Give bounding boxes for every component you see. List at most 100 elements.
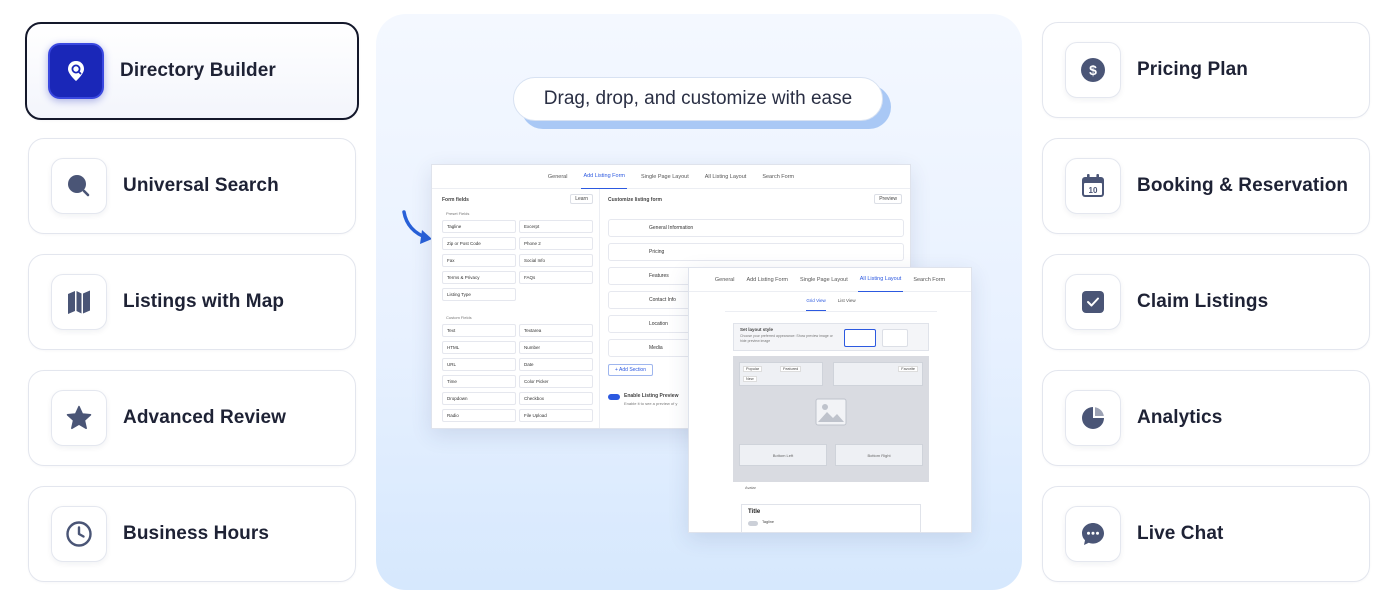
title-row: Title Tagline: [741, 504, 921, 532]
feature-card-label: Claim Listings: [1137, 291, 1269, 312]
field-dropdown[interactable]: Dropdown: [442, 392, 516, 405]
tab-add-listing-form[interactable]: Add Listing Form: [744, 268, 790, 292]
preset-fields-title: Preset Fields: [446, 211, 470, 216]
layout-style-row: Set layout style Choose your preferred a…: [733, 323, 929, 351]
field-color-picker[interactable]: Color Picker: [519, 375, 593, 388]
field-text[interactable]: Text: [442, 324, 516, 337]
add-section-button[interactable]: + Add Section: [608, 364, 653, 376]
enable-preview-label: Enable Listing Preview: [624, 393, 679, 399]
field-faqs[interactable]: FAQs: [519, 271, 593, 284]
tag-featured[interactable]: Featured: [780, 366, 802, 372]
clock-icon: [51, 506, 107, 562]
form-fields-title: Form fields: [442, 197, 469, 203]
bottom-right-zone: Bottom Right: [835, 444, 923, 466]
layout-style-desc: Choose your preferred appearance: Show p…: [740, 334, 833, 343]
tab-general[interactable]: General: [546, 165, 570, 189]
field-zip[interactable]: Zip or Post Code: [442, 237, 516, 250]
field-time[interactable]: Time: [442, 375, 516, 388]
enable-preview-toggle[interactable]: [608, 394, 620, 400]
list-view-tab[interactable]: List View: [838, 298, 856, 311]
directory-pin-icon: [48, 43, 104, 99]
field-tagline[interactable]: Tagline: [442, 220, 516, 233]
field-listing-type[interactable]: Listing Type: [442, 288, 516, 301]
tab-all-listing-layout[interactable]: All Listing Layout: [857, 268, 904, 292]
layout-option-no-image[interactable]: [882, 329, 908, 347]
field-number[interactable]: Number: [519, 341, 593, 354]
feature-card-pricing-plan[interactable]: $ Pricing Plan: [1042, 22, 1370, 118]
avatar-label: Avatar: [745, 486, 756, 490]
tab-single-page-layout[interactable]: Single Page Layout: [639, 165, 691, 189]
feature-card-advanced-review[interactable]: Advanced Review: [28, 370, 356, 466]
card-preview-image-area: Popular Featured New Favorite Bottom Lef…: [733, 356, 929, 482]
custom-fields-title: Custom Fields: [446, 315, 472, 320]
top-left-tag-zone: Popular Featured New: [739, 362, 823, 386]
feature-card-claim-listings[interactable]: Claim Listings: [1042, 254, 1370, 350]
search-icon: [51, 158, 107, 214]
feature-card-live-chat[interactable]: Live Chat: [1042, 486, 1370, 582]
section-pricing[interactable]: Pricing: [608, 243, 904, 261]
enable-preview-desc: Enable it to see a preview of y: [624, 401, 678, 406]
layout-builder-screenshot: General Add Listing Form Single Page Lay…: [688, 267, 972, 533]
image-placeholder-icon: [815, 398, 847, 426]
feature-card-label: Booking & Reservation: [1137, 175, 1349, 196]
field-html[interactable]: HTML: [442, 341, 516, 354]
field-file-upload[interactable]: File Upload: [519, 409, 593, 422]
feature-card-label: Advanced Review: [123, 407, 287, 428]
hero-panel: Drag, drop, and customize with ease Gene…: [376, 14, 1022, 590]
svg-text:$: $: [1089, 62, 1097, 78]
grid-view-tab[interactable]: Grid View: [806, 298, 826, 311]
top-right-zone: Favorite: [833, 362, 923, 386]
bottom-left-label: Bottom Left: [772, 452, 794, 458]
dollar-icon: $: [1065, 42, 1121, 98]
bottom-right-label: Bottom Right: [867, 452, 891, 458]
bottom-left-zone: Bottom Left: [739, 444, 827, 466]
field-excerpt[interactable]: Excerpt: [519, 220, 593, 233]
field-checkbox[interactable]: Checkbox: [519, 392, 593, 405]
field-fax[interactable]: Fax: [442, 254, 516, 267]
customize-title: Customize listing form: [608, 197, 662, 203]
tagline-text: Drag, drop, and customize with ease: [513, 77, 883, 121]
tab-add-listing-form[interactable]: Add Listing Form: [581, 165, 628, 189]
map-icon: [51, 274, 107, 330]
chat-bubble-icon: [1065, 506, 1121, 562]
feature-card-universal-search[interactable]: Universal Search: [28, 138, 356, 234]
feature-card-business-hours[interactable]: Business Hours: [28, 486, 356, 582]
feature-card-listings-with-map[interactable]: Listings with Map: [28, 254, 356, 350]
tag-favorite[interactable]: Favorite: [898, 366, 918, 372]
feature-card-label: Live Chat: [1137, 523, 1224, 544]
tab-search-form[interactable]: Search Form: [760, 165, 796, 189]
tab-general[interactable]: General: [713, 268, 737, 292]
calendar-icon: 10: [1065, 158, 1121, 214]
section-general-information[interactable]: General Information: [608, 219, 904, 237]
feature-card-directory-builder[interactable]: Directory Builder: [25, 22, 359, 120]
tag-popular[interactable]: Popular: [743, 366, 763, 372]
field-phone2[interactable]: Phone 2: [519, 237, 593, 250]
feature-card-booking-reservation[interactable]: 10 Booking & Reservation: [1042, 138, 1370, 234]
tagline-label: Tagline: [762, 520, 775, 524]
tab-search-form[interactable]: Search Form: [911, 268, 947, 292]
field-social-info[interactable]: Social Info: [519, 254, 593, 267]
layout-option-with-image[interactable]: [844, 329, 876, 347]
tab-all-listing-layout[interactable]: All Listing Layout: [703, 165, 749, 189]
feature-card-label: Directory Builder: [120, 60, 276, 81]
learn-button[interactable]: Learn: [570, 194, 593, 204]
feature-card-label: Analytics: [1137, 407, 1223, 428]
feature-card-analytics[interactable]: Analytics: [1042, 370, 1370, 466]
checkbox-icon: [1065, 274, 1121, 330]
star-icon: [51, 390, 107, 446]
field-url[interactable]: URL: [442, 358, 516, 371]
feature-card-label: Pricing Plan: [1137, 59, 1249, 80]
field-textarea[interactable]: Textarea: [519, 324, 593, 337]
settings-tabs: General Add Listing Form Single Page Lay…: [689, 268, 971, 292]
field-terms-privacy[interactable]: Terms & Privacy: [442, 271, 516, 284]
feature-card-label: Universal Search: [123, 175, 279, 196]
preview-button[interactable]: Preview: [874, 194, 902, 204]
tag-new[interactable]: New: [743, 376, 757, 382]
tagline-toggle[interactable]: [748, 521, 758, 526]
tab-single-page-layout[interactable]: Single Page Layout: [798, 268, 850, 292]
pie-chart-icon: [1065, 390, 1121, 446]
field-radio[interactable]: Radio: [442, 409, 516, 422]
settings-tabs: General Add Listing Form Single Page Lay…: [432, 165, 910, 189]
tagline-pill: Drag, drop, and customize with ease: [513, 77, 891, 129]
field-date[interactable]: Date: [519, 358, 593, 371]
